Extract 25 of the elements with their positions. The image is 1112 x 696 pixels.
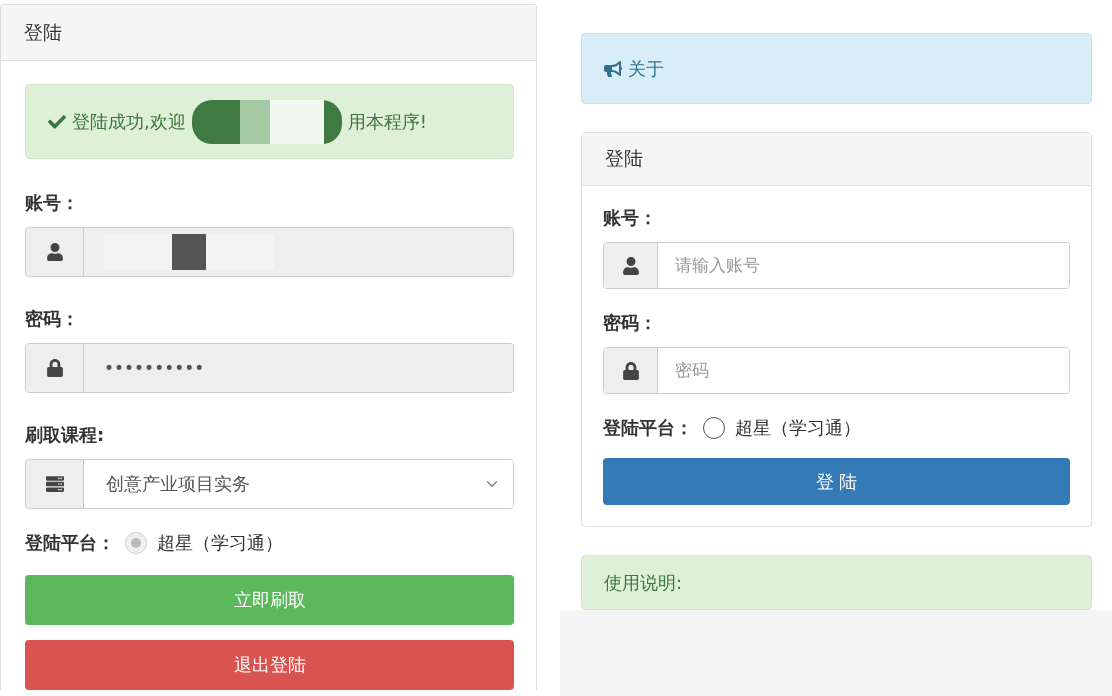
check-icon bbox=[48, 112, 66, 131]
field-label: 账号： bbox=[25, 191, 80, 215]
alert-text: 用本程序! bbox=[347, 109, 427, 134]
start-button[interactable]: 立即刷取 bbox=[25, 575, 514, 625]
lock-icon bbox=[621, 361, 640, 380]
radio-label: 超星（学习通） bbox=[735, 416, 861, 440]
alert-text: 使用说明: bbox=[604, 570, 683, 595]
logout-button[interactable]: 退出登陆 bbox=[25, 640, 514, 690]
panel-title: 登陆 bbox=[605, 146, 643, 171]
field-label: 登陆平台： bbox=[25, 531, 115, 555]
bullhorn-icon bbox=[604, 59, 622, 78]
user-icon bbox=[45, 243, 64, 261]
panel-title: 登陆 bbox=[24, 19, 62, 45]
field-label: 刷取课程: bbox=[25, 423, 106, 447]
radio-button[interactable] bbox=[703, 417, 725, 439]
alert-text: 关于 bbox=[628, 56, 664, 81]
alert-text: 登陆成功,欢迎 bbox=[72, 109, 186, 134]
user-icon bbox=[621, 256, 640, 275]
field-label: 密码： bbox=[25, 307, 80, 331]
field-label: 登陆平台： bbox=[603, 416, 693, 440]
lock-icon bbox=[45, 359, 64, 377]
field-label: 密码： bbox=[603, 311, 658, 335]
radio-label: 超星（学习通） bbox=[157, 531, 283, 555]
login-button[interactable]: 登 陆 bbox=[603, 458, 1070, 505]
field-label: 账号： bbox=[603, 206, 658, 230]
